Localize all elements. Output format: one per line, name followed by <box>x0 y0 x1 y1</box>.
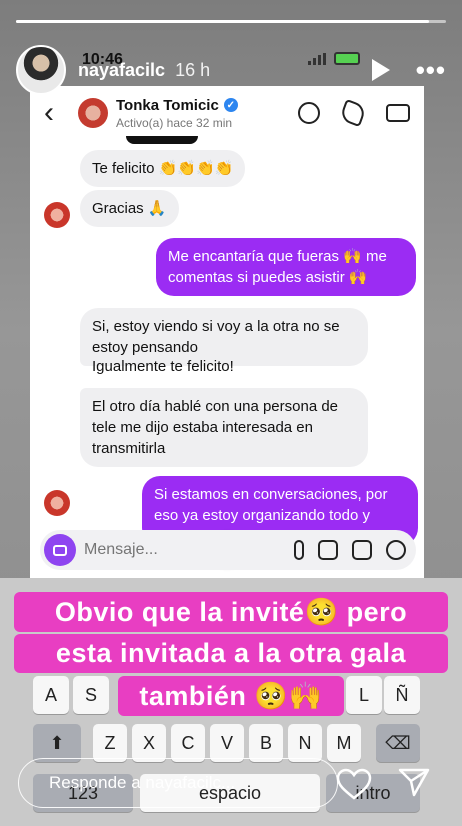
shift-key[interactable]: ⬆ <box>33 724 81 762</box>
contact-name: Tonka Tomicic ✓ <box>116 97 238 114</box>
key-m[interactable]: M <box>327 724 361 762</box>
microphone-icon[interactable] <box>294 540 304 560</box>
add-people-icon[interactable] <box>298 102 320 124</box>
signal-icon <box>308 52 326 65</box>
sender-avatar <box>44 202 70 228</box>
key-enie[interactable]: Ñ <box>384 676 420 714</box>
chat-header-actions <box>298 98 410 128</box>
sender-avatar <box>44 490 70 516</box>
chat-screenshot: ‹ Tonka Tomicic ✓ Activo(a) hace 32 min … <box>30 86 424 578</box>
message-composer <box>40 530 416 570</box>
contact-name-text: Tonka Tomicic <box>116 96 219 114</box>
message-input[interactable] <box>84 541 294 559</box>
story-progress-fill <box>16 20 429 23</box>
heart-icon[interactable] <box>336 768 372 800</box>
contact-avatar[interactable] <box>78 98 108 128</box>
backspace-key[interactable]: ⌫ <box>376 724 420 762</box>
key-z[interactable]: Z <box>93 724 127 762</box>
battery-icon <box>334 52 360 65</box>
story-caption-line: Obvio que la invité🥺 pero <box>14 592 448 632</box>
more-options-icon[interactable]: ••• <box>416 55 446 86</box>
message-bubble: El otro día hablé con una persona de tel… <box>80 388 368 467</box>
camera-icon[interactable] <box>44 534 76 566</box>
message-bubble: Gracias 🙏 <box>80 190 179 227</box>
sticker-icon[interactable] <box>352 540 372 560</box>
story-progress-bar <box>16 20 446 23</box>
story-caption-line: esta invitada a la otra gala <box>14 634 448 673</box>
story-header: nayafacilc 16 h ••• <box>16 44 446 96</box>
phone-call-icon[interactable] <box>338 98 368 128</box>
story-actions: ••• <box>371 55 446 86</box>
key-a[interactable]: A <box>33 676 69 714</box>
key-v[interactable]: V <box>210 724 244 762</box>
contact-status: Activo(a) hace 32 min <box>116 115 233 130</box>
composer-actions <box>294 540 406 560</box>
key-n[interactable]: N <box>288 724 322 762</box>
verified-badge-icon: ✓ <box>223 98 238 112</box>
story-reply-input[interactable]: Responde a nayafacilc... <box>18 758 338 808</box>
phone-status-icons <box>308 52 360 65</box>
key-l[interactable]: L <box>346 676 382 714</box>
key-x[interactable]: X <box>132 724 166 762</box>
key-c[interactable]: C <box>171 724 205 762</box>
phone-status-time: 10:46 <box>82 51 123 68</box>
message-list: Te felicito 👏👏👏👏 Gracias 🙏 Me encantaría… <box>30 136 424 578</box>
gallery-icon[interactable] <box>318 540 338 560</box>
message-bubble: Igualmente te felicito! <box>92 358 234 375</box>
story-timestamp: 16 h <box>175 59 211 80</box>
back-icon[interactable]: ‹ <box>44 96 72 130</box>
send-icon[interactable] <box>398 766 430 798</box>
message-bubble: Me encantaría que fueras 🙌 me comentas s… <box>156 238 416 296</box>
play-icon[interactable] <box>371 59 390 81</box>
story-caption-line: también 🥺🙌 <box>118 676 344 716</box>
video-call-icon[interactable] <box>386 104 410 122</box>
story-author-avatar[interactable] <box>16 45 66 95</box>
add-icon[interactable] <box>386 540 406 560</box>
key-s[interactable]: S <box>73 676 109 714</box>
contact-info[interactable]: Tonka Tomicic ✓ Activo(a) hace 32 min <box>116 97 238 130</box>
cropped-message-edge <box>126 136 198 144</box>
key-b[interactable]: B <box>249 724 283 762</box>
message-bubble: Te felicito 👏👏👏👏 <box>80 150 246 187</box>
